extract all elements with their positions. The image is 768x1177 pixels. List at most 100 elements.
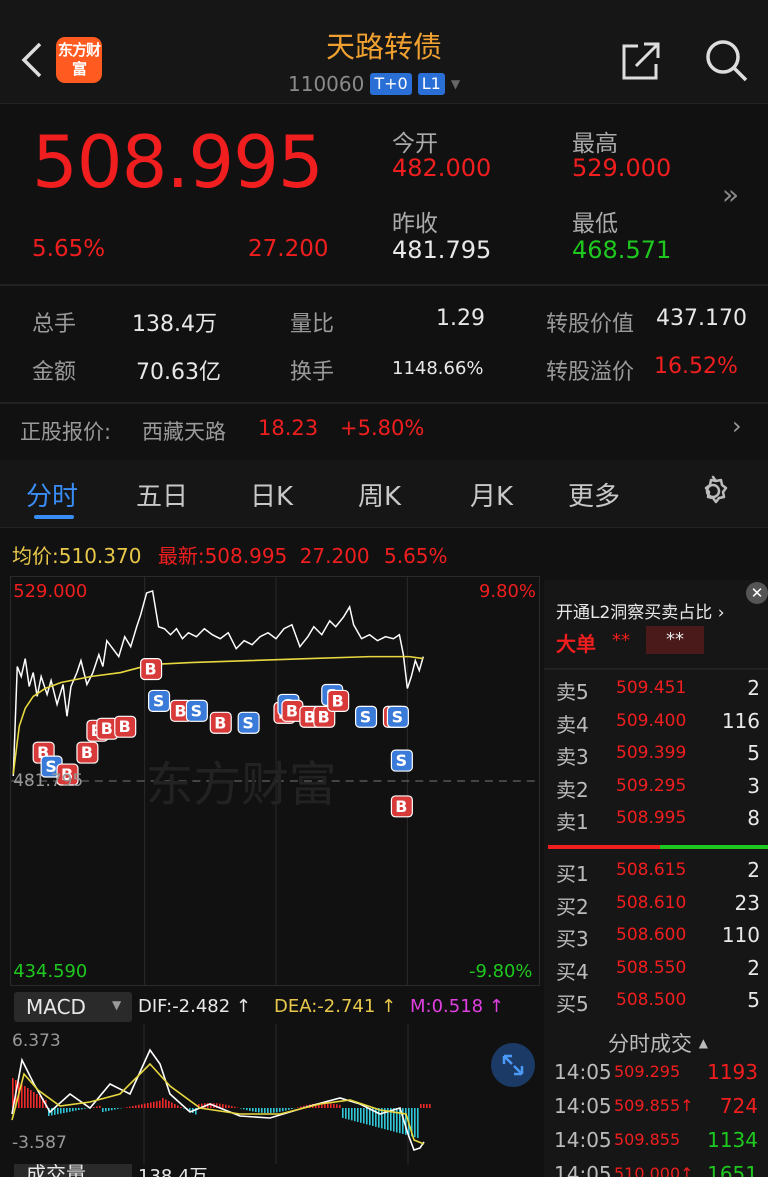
ask-qty: 8	[747, 806, 760, 830]
big-order-label: 大单	[556, 632, 596, 656]
svg-text:B: B	[214, 713, 226, 732]
tab-more[interactable]: 更多	[568, 476, 620, 513]
l2-promo[interactable]: 开通L2洞察买卖占比 ›	[556, 598, 725, 623]
macd-bar	[24, 1086, 26, 1108]
chart-legend: 均价:510.370 最新:508.995 27.200 5.65%	[12, 540, 448, 569]
intraday-chart[interactable]: 东方财富 BSBBBBBBSBSBSBSBBBSBSBSSB 529.000 4…	[10, 576, 540, 986]
sell-marker[interactable]: S	[148, 689, 171, 712]
bond-code: 110060	[288, 72, 365, 96]
macd-bar	[126, 1107, 128, 1108]
tab-weekly-k[interactable]: 周K	[358, 476, 401, 513]
sell-marker[interactable]: S	[185, 699, 208, 722]
macd-bar	[69, 1108, 71, 1112]
ask-row[interactable]: 卖3 509.399 5	[556, 741, 760, 769]
sell-marker[interactable]: S	[237, 711, 260, 734]
macd-bar	[225, 1104, 227, 1108]
volume-value: 138.4万	[132, 312, 217, 337]
macd-bar	[327, 1103, 329, 1108]
sell-marker[interactable]: S	[386, 705, 409, 728]
amount-label: 金额	[32, 360, 77, 385]
buy-marker[interactable]: B	[114, 715, 137, 738]
low-label: 最低	[572, 211, 618, 237]
macd-bar	[39, 1096, 41, 1108]
macd-bar	[78, 1108, 80, 1110]
macd-bar	[138, 1104, 140, 1108]
l1-tag: L1	[417, 73, 445, 95]
expand-chevron-icon[interactable]: »	[722, 178, 739, 211]
macd-bar	[147, 1103, 149, 1108]
macd-bar	[297, 1107, 299, 1108]
macd-bar	[426, 1104, 428, 1108]
ask-price: 509.400	[616, 710, 687, 731]
settings-gear-icon[interactable]	[696, 474, 730, 508]
trades-header[interactable]: 分时成交 ▲	[608, 1028, 708, 1058]
tab-daily-k[interactable]: 日K	[250, 476, 293, 513]
bond-code-row[interactable]: 110060 T+0 L1 ▼	[288, 72, 460, 96]
macd-bar	[414, 1108, 416, 1138]
svg-text:B: B	[332, 691, 344, 710]
search-icon[interactable]	[704, 38, 748, 82]
buy-marker[interactable]: B	[390, 795, 413, 818]
close-icon[interactable]: ✕	[746, 582, 768, 604]
ask-row[interactable]: 卖4 509.400 116	[556, 709, 760, 737]
macd-bar	[33, 1092, 35, 1108]
macd-bar	[177, 1105, 179, 1108]
tab-monthly-k[interactable]: 月K	[470, 476, 513, 513]
bid-row[interactable]: 买4 508.550 2	[556, 955, 760, 984]
macd-chart[interactable]: 6.373 -3.587	[10, 1024, 540, 1164]
macd-bar	[417, 1108, 419, 1138]
volume-total: 138.4万	[138, 1166, 208, 1177]
bid-row[interactable]: 买3 508.600 110	[556, 923, 760, 951]
high-label: 最高	[572, 131, 618, 157]
bid-qty: 23	[734, 890, 760, 915]
ask-level: 卖4	[556, 712, 589, 737]
bid-row[interactable]: 买5 508.500 5	[556, 988, 760, 1016]
turnover-value: 1148.66%	[392, 358, 484, 379]
ask-price: 509.451	[616, 678, 687, 698]
indicator-select[interactable]: MACD ▼	[14, 992, 132, 1022]
turnover-label: 换手	[290, 360, 335, 385]
open-label: 今开	[392, 131, 438, 157]
big-order-sell: **	[646, 626, 704, 654]
buy-marker[interactable]: B	[209, 711, 232, 734]
last-value: 508.995	[204, 544, 288, 568]
chevron-right-icon: ›	[732, 412, 742, 440]
tab-five-day[interactable]: 五日	[136, 476, 188, 513]
buy-marker[interactable]: B	[76, 741, 99, 764]
ask-price: 509.295	[616, 775, 687, 796]
tab-intraday[interactable]: 分时	[26, 476, 78, 513]
axis-mid-price: 481.795	[13, 770, 83, 790]
macd-bar	[222, 1104, 224, 1108]
trade-qty: 1193	[707, 1060, 758, 1084]
axis-top-price: 529.000	[13, 581, 87, 602]
macd-bar	[276, 1108, 278, 1113]
conversion-value-label: 转股价值	[546, 312, 635, 337]
underlying-stock-row[interactable]: 正股报价: 西藏天路 18.23 +5.80% ›	[0, 404, 768, 456]
buy-marker[interactable]: B	[140, 658, 163, 681]
caret-up-icon: ▲	[698, 1036, 708, 1050]
buy-marker[interactable]: B	[327, 689, 350, 712]
bid-qty: 2	[747, 955, 760, 980]
macd-bar	[57, 1108, 59, 1115]
macd-bar	[234, 1106, 236, 1108]
macd-bar	[162, 1098, 164, 1108]
tab-underline	[34, 515, 74, 519]
ask-row[interactable]: 卖2 509.295 3	[556, 774, 760, 802]
sell-marker[interactable]: S	[355, 705, 378, 728]
bid-row[interactable]: 买2 508.610 23	[556, 890, 760, 919]
premium-value: 16.52%	[654, 354, 738, 379]
trade-price: 510.000↑	[614, 1164, 694, 1177]
ask-level: 卖5	[556, 680, 589, 704]
macd-bar	[396, 1108, 398, 1133]
ask-row[interactable]: 卖1 508.995 8	[556, 806, 760, 834]
macd-bar	[360, 1108, 362, 1123]
expand-chart-icon[interactable]	[490, 1042, 536, 1088]
sell-marker[interactable]: S	[390, 749, 413, 772]
volume-indicator-select[interactable]: 成交量	[14, 1164, 132, 1177]
high-value: 529.000	[572, 154, 672, 182]
bid-row[interactable]: 买1 508.615 2	[556, 858, 760, 886]
svg-text:B: B	[81, 743, 93, 762]
share-icon[interactable]	[620, 40, 662, 82]
macd-bar	[261, 1108, 263, 1113]
ask-row[interactable]: 卖5 509.451 2	[556, 676, 760, 704]
